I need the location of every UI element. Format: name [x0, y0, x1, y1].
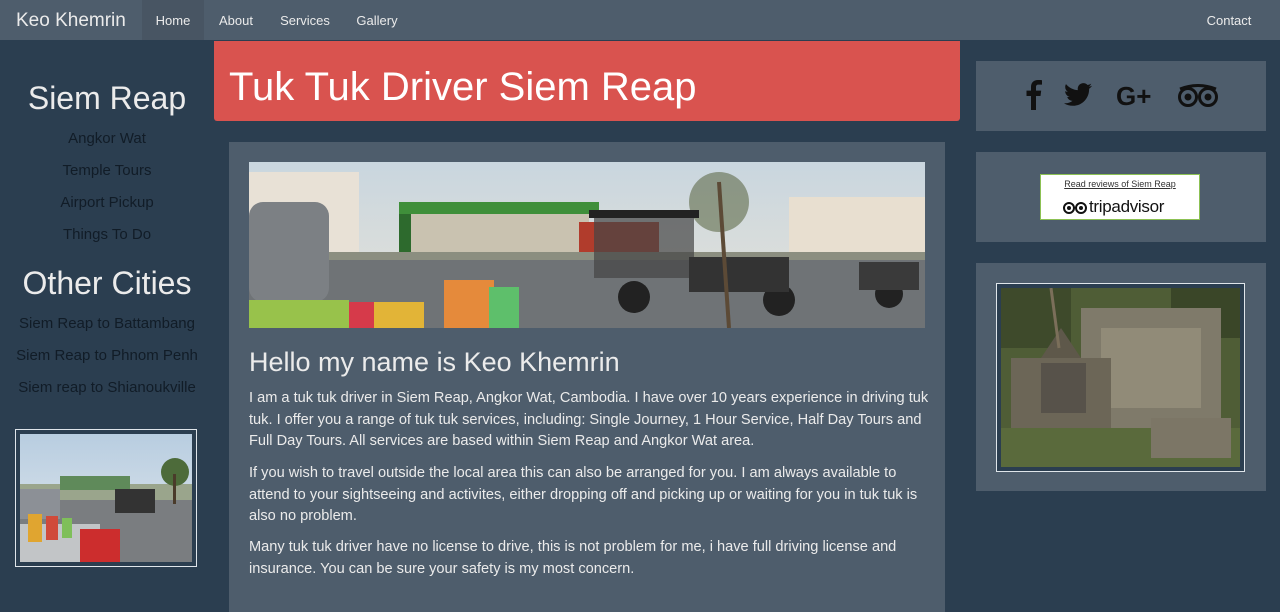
tripadvisor-logo-text: tripadvisor: [1089, 197, 1165, 216]
sidebar-heading-other-cities: Other Cities: [22, 265, 192, 301]
temple-photo[interactable]: [996, 283, 1245, 472]
sidebar-link-phnom-penh[interactable]: Siem Reap to Phnom Penh: [0, 347, 214, 364]
main-content-panel: Hello my name is Keo Khemrin I am a tuk …: [229, 142, 945, 612]
page-title: Tuk Tuk Driver Siem Reap: [229, 65, 697, 109]
google-plus-icon[interactable]: G+: [1116, 84, 1158, 108]
page-title-banner: Tuk Tuk Driver Siem Reap: [214, 41, 960, 121]
navbar: Keo Khemrin Home About Services Gallery …: [0, 0, 1280, 40]
sidebar-heading-siem-reap: Siem Reap: [27, 80, 187, 116]
nav-contact[interactable]: Contact: [1194, 0, 1264, 40]
facebook-icon[interactable]: [1024, 80, 1042, 110]
sidebar-link-shianoukville[interactable]: Siem reap to Shianoukville: [0, 379, 214, 396]
owl-icon: [1063, 202, 1087, 214]
sidebar-link-battambang[interactable]: Siem Reap to Battambang: [0, 315, 214, 332]
twitter-icon[interactable]: [1064, 83, 1092, 107]
nav-home[interactable]: Home: [142, 0, 204, 40]
tripadvisor-badge[interactable]: Read reviews of Siem Reap tripadvisor: [1040, 174, 1200, 220]
nav-about[interactable]: About: [204, 0, 268, 40]
tripadvisor-reviews-link[interactable]: Read reviews of Siem Reap: [1041, 179, 1199, 189]
sidebar-link-temple-tours[interactable]: Temple Tours: [0, 162, 214, 179]
street-scene-image: [20, 434, 192, 562]
tripadvisor-icon[interactable]: [1178, 84, 1218, 108]
temple-image: [1001, 287, 1240, 467]
sidebar-street-photo[interactable]: [15, 429, 197, 567]
nav-services[interactable]: Services: [268, 0, 342, 40]
tuk-tuk-banner-image: [249, 162, 925, 329]
brand-link[interactable]: Keo Khemrin: [16, 0, 126, 40]
intro-paragraph: I am a tuk tuk driver in Siem Reap, Angk…: [249, 390, 929, 449]
travel-paragraph: If you wish to travel outside the local …: [249, 465, 918, 524]
nav-gallery[interactable]: Gallery: [342, 0, 412, 40]
sidebar-link-things-to-do[interactable]: Things To Do: [0, 226, 214, 243]
svg-text:G+: G+: [1116, 84, 1151, 108]
sidebar-link-angkor-wat[interactable]: Angkor Wat: [0, 130, 214, 147]
sidebar-link-airport-pickup[interactable]: Airport Pickup: [0, 194, 214, 211]
license-paragraph: Many tuk tuk driver have no license to d…: [249, 539, 897, 577]
greeting-heading: Hello my name is Keo Khemrin: [249, 347, 620, 377]
